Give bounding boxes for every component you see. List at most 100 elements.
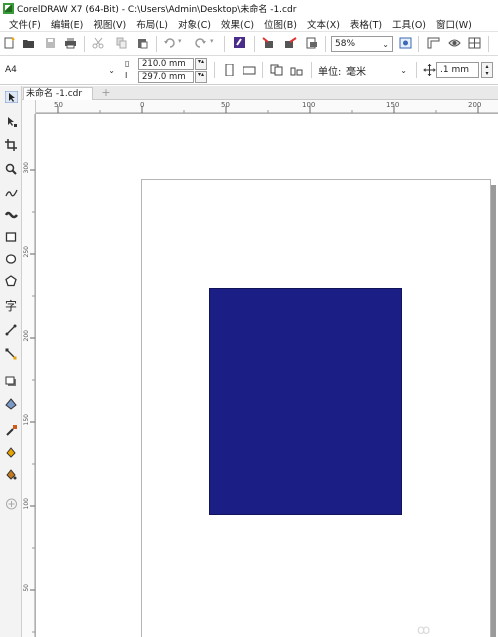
add-tab-button[interactable]: + <box>100 87 112 99</box>
vertical-ruler[interactable]: 300 250 200 150 100 50 <box>22 100 36 637</box>
transparency-tool-icon[interactable] <box>3 396 19 412</box>
page-width-icon: ▯ <box>125 59 130 68</box>
v-ruler-tick-label: 100 <box>23 498 30 510</box>
blue-rectangle-object[interactable] <box>209 288 402 515</box>
show-rulers-icon[interactable] <box>427 37 440 49</box>
text-tool-icon[interactable]: 字 <box>3 297 19 313</box>
all-pages-icon[interactable] <box>270 64 283 76</box>
toolbar-divider <box>416 62 417 78</box>
document-tab-label: 未命名 -1.cdr <box>26 89 83 99</box>
ellipse-tool-icon[interactable] <box>3 251 19 267</box>
nudge-distance-spinner[interactable]: ▴ ▾ <box>481 62 493 78</box>
parallel-dimension-tool-icon[interactable] <box>3 322 19 338</box>
menu-view[interactable]: 视图(V) <box>88 17 131 31</box>
page-width-field[interactable]: 210.0 mm <box>138 58 194 70</box>
polygon-tool-icon[interactable] <box>3 273 19 289</box>
menu-bitmaps[interactable]: 位图(B) <box>259 17 302 31</box>
units-dropdown[interactable]: 毫米 ⌄ <box>342 62 411 78</box>
open-folder-icon[interactable] <box>22 37 35 49</box>
horizontal-ruler[interactable]: 50 0 50 100 150 200 <box>36 100 498 114</box>
cut-icon[interactable] <box>92 37 105 49</box>
drawing-canvas[interactable]: ꝏ <box>37 115 498 637</box>
h-ruler-tick-label: 0 <box>140 101 145 109</box>
page-height-spinner[interactable]: ▾▴ <box>195 71 207 83</box>
publish-to-pdf-icon[interactable] <box>305 37 318 49</box>
page-height-icon: Ⅰ <box>125 71 128 80</box>
watermark-logo-icon: ꝏ <box>417 623 431 637</box>
freehand-tool-icon[interactable] <box>3 185 19 201</box>
zoom-level-value: 58% <box>335 39 356 49</box>
toolbar-divider <box>418 36 419 52</box>
toolbox: 字 <box>0 86 22 637</box>
connector-tool-icon[interactable] <box>3 346 19 362</box>
nudge-distance-value: .1 mm <box>440 65 469 75</box>
nudge-distance-field[interactable]: .1 mm <box>436 62 479 78</box>
snap-to-icon[interactable] <box>468 37 481 49</box>
interactive-fill-tool-icon[interactable] <box>3 444 19 460</box>
title-bar: CorelDRAW X7 (64-Bit) - C:\Users\Admin\D… <box>0 0 498 16</box>
h-ruler-tick-label: 200 <box>468 101 482 109</box>
search-content-icon[interactable] <box>233 36 246 48</box>
menu-layout[interactable]: 布局(L) <box>131 17 173 31</box>
color-eyedropper-tool-icon[interactable] <box>3 422 19 438</box>
h-ruler-tick-label: 100 <box>302 101 316 109</box>
redo-icon[interactable] <box>194 37 207 49</box>
menu-object[interactable]: 对象(C) <box>173 17 216 31</box>
crop-tool-icon[interactable] <box>3 137 19 153</box>
toolbar-divider <box>84 36 85 52</box>
save-icon[interactable] <box>44 37 57 49</box>
import-icon[interactable] <box>262 37 275 49</box>
drop-shadow-tool-icon[interactable] <box>3 374 19 390</box>
menu-table[interactable]: 表格(T) <box>345 17 387 31</box>
menu-file[interactable]: 文件(F) <box>4 17 46 31</box>
smart-fill-tool-icon[interactable] <box>3 466 19 482</box>
toolbar-divider <box>224 36 225 52</box>
zoom-tool-icon[interactable] <box>3 161 19 177</box>
print-icon[interactable] <box>64 37 77 49</box>
page-height-value: 297.0 mm <box>142 72 186 82</box>
shape-tool-icon[interactable] <box>3 113 19 129</box>
menu-tools[interactable]: 工具(O) <box>387 17 431 31</box>
view-mode-icon[interactable] <box>448 37 461 49</box>
zoom-level-dropdown[interactable]: 58% ⌄ <box>331 36 393 52</box>
toolbar-divider <box>254 36 255 52</box>
v-ruler-tick-label: 50 <box>23 584 30 592</box>
v-ruler-tick-label: 300 <box>23 162 30 174</box>
artistic-media-tool-icon[interactable] <box>3 207 19 223</box>
undo-icon[interactable] <box>163 37 176 49</box>
page-width-value: 210.0 mm <box>142 59 186 69</box>
export-icon[interactable] <box>284 37 297 49</box>
pick-tool-icon[interactable] <box>3 89 19 105</box>
undo-dropdown-icon[interactable]: ▾ <box>178 37 182 45</box>
menu-window[interactable]: 窗口(W) <box>431 17 477 31</box>
full-screen-preview-icon[interactable] <box>399 37 412 49</box>
v-ruler-tick-label: 150 <box>23 414 30 426</box>
landscape-icon[interactable] <box>243 64 256 76</box>
portrait-icon[interactable] <box>223 64 236 76</box>
page-size-dropdown[interactable]: A4 ⌄ <box>1 62 119 78</box>
menu-effects[interactable]: 效果(C) <box>216 17 259 31</box>
page-height-field[interactable]: 297.0 mm <box>138 71 194 83</box>
toolbar-divider <box>156 36 157 52</box>
add-tool-icon[interactable] <box>3 496 19 512</box>
document-tab[interactable]: 未命名 -1.cdr <box>23 87 93 100</box>
redo-dropdown-icon[interactable]: ▾ <box>210 37 214 45</box>
menu-edit[interactable]: 编辑(E) <box>46 17 88 31</box>
toolbar-divider <box>214 62 215 78</box>
v-ruler-tick-label: 250 <box>23 246 30 258</box>
nudge-distance-icon <box>423 64 436 76</box>
chevron-down-icon: ⌄ <box>108 66 115 75</box>
chevron-down-icon: ⌄ <box>400 66 407 75</box>
new-document-icon[interactable] <box>3 37 16 49</box>
h-ruler-tick-label: 50 <box>54 101 63 109</box>
vertical-ruler-ticks <box>30 114 36 637</box>
paste-icon[interactable] <box>136 37 149 49</box>
h-ruler-tick-label: 150 <box>386 101 400 109</box>
current-page-icon[interactable] <box>290 64 303 76</box>
rectangle-tool-icon[interactable] <box>3 229 19 245</box>
menu-text[interactable]: 文本(X) <box>302 17 345 31</box>
page-width-spinner[interactable]: ▾▴ <box>195 58 207 70</box>
toolbar-divider <box>311 62 312 78</box>
chevron-down-icon: ⌄ <box>382 40 389 49</box>
copy-icon[interactable] <box>115 37 128 49</box>
